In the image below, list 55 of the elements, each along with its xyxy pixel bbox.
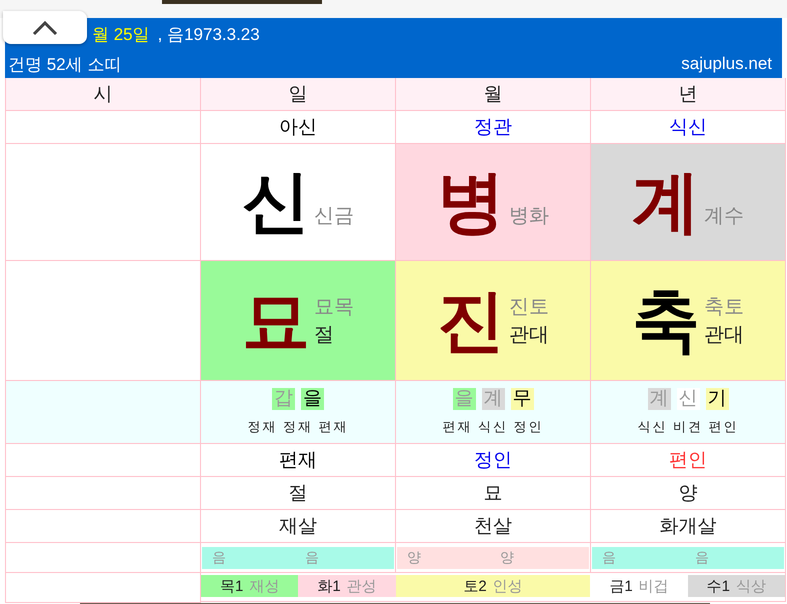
stem-label: 계수 [704,204,744,229]
table-cell: 화개살 [591,510,786,543]
branch-character: 진 [437,286,505,354]
element-count: 화1 관성 [298,575,396,597]
element-count: 수1 식상 [688,575,785,597]
hidden-stem: 을 [301,388,324,410]
table-cell: 천살 [396,510,591,543]
stage-label: 관대 [704,322,744,348]
hidden-stem: 을 [452,388,476,410]
person-info: 건명 52세 소띠 [8,54,122,76]
table-cell: 정인 [396,444,591,477]
stage-label: 관대 [509,322,549,348]
yin-yang-label: 양 [500,548,514,566]
yin-yang-label: 음 [305,548,319,566]
column-header: 시 [6,78,201,111]
hidden-stem: 무 [510,388,534,410]
branch-label: 묘목 [314,294,354,320]
element-count: 목1 재성 [201,575,298,597]
column-header: 일 [201,78,396,111]
stem-character: 병 [437,168,505,236]
ten-gods-text: 식신 비견 편인 [637,418,739,436]
table-cell: 묘 [396,477,591,510]
table-cell: 편인 [591,444,786,477]
table-cell: 편재 [201,444,396,477]
stage-label: 절 [314,322,335,348]
hidden-stem: 계 [648,388,670,410]
column-header: 년 [591,78,786,111]
chevron-up-icon [32,20,58,36]
branch-character: 축 [632,286,700,354]
yin-yang-label: 음 [212,548,226,566]
hidden-stem: 기 [706,388,728,410]
hidden-stem: 계 [482,388,504,410]
table-cell: 재살 [201,510,396,543]
stem-label: 신금 [314,204,354,229]
stem-character: 계 [632,168,700,236]
stem-character: 신 [242,168,310,236]
branch-label: 진토 [509,294,549,320]
ten-gods-text: 정재 정재 편재 [247,418,349,436]
stem-label: 병화 [509,204,549,229]
table-cell: 양 [591,477,786,510]
column-header: 월 [396,78,591,111]
branch-character: 묘 [242,286,310,354]
table-cell: 절 [201,477,396,510]
scroll-up-button[interactable] [3,11,87,44]
branch-label: 축토 [704,294,744,320]
site-name: sajuplus.net [681,54,772,74]
ten-gods-text: 편재 식신 정인 [442,418,544,436]
element-count: 토2 인성 [396,575,590,597]
yin-yang-label: 양 [407,548,421,566]
yin-yang-label: 음 [602,548,616,566]
hidden-stem: 갑 [272,388,295,410]
hidden-stem: 신 [676,388,700,410]
lunar-date: , 음1973.3.23 [158,24,260,46]
yin-yang-label: 음 [695,548,709,566]
birth-date: 월 25일 [92,24,150,46]
